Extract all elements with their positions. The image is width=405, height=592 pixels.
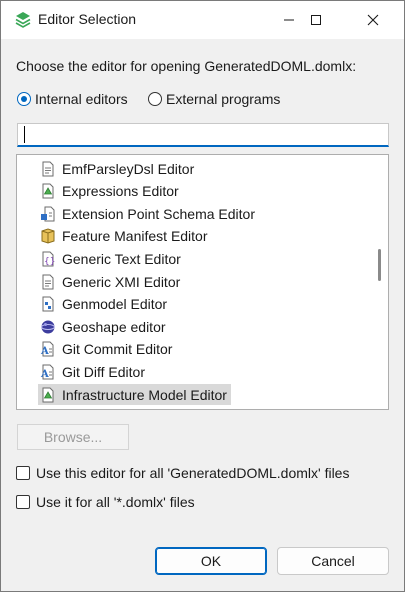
list-item[interactable]: EmfParsleyDsl Editor <box>38 158 198 179</box>
svg-text:A: A <box>40 346 49 357</box>
scroll-thumb[interactable] <box>378 249 381 281</box>
model-icon <box>40 387 56 403</box>
app-layers-icon <box>15 12 31 28</box>
list-item[interactable]: A Git Commit Editor <box>38 339 176 360</box>
model-icon <box>40 183 56 199</box>
list-scrollbar[interactable] <box>371 155 388 409</box>
list-item-label: EmfParsleyDsl Editor <box>62 160 195 177</box>
editor-selection-dialog: Editor Selection Choose the editor for o… <box>0 0 405 592</box>
list-item[interactable]: Genmodel Editor <box>38 294 171 315</box>
list-item-label: Geoshape editor <box>62 318 166 335</box>
list-item[interactable]: Geoshape editor <box>38 316 170 337</box>
list-item[interactable]: Feature Manifest Editor <box>38 226 212 247</box>
external-programs-radio[interactable]: External programs <box>148 90 280 108</box>
maximize-button[interactable] <box>293 1 339 39</box>
editor-list[interactable]: EmfParsleyDsl Editor Expressions Editor Ex… <box>16 154 389 410</box>
internal-editors-radio[interactable]: Internal editors <box>17 90 128 108</box>
use-for-ext-option[interactable]: Use it for all '*.domlx' files <box>16 492 195 512</box>
filter-input[interactable] <box>17 123 389 147</box>
prompt-text: Choose the editor for opening GeneratedD… <box>16 58 357 74</box>
list-item-label: Git Diff Editor <box>62 363 145 380</box>
internal-editors-label[interactable]: Internal editors <box>35 91 128 107</box>
use-for-ext-checkbox[interactable] <box>16 495 30 509</box>
radio-unchecked-icon[interactable] <box>148 92 162 106</box>
list-item-label: Infrastructure Model Editor <box>62 386 227 403</box>
use-for-file-checkbox[interactable] <box>16 466 30 480</box>
page-icon <box>40 161 56 177</box>
external-programs-label[interactable]: External programs <box>166 91 280 107</box>
maximize-icon <box>311 15 321 25</box>
list-item[interactable]: Internal Web Browser <box>38 407 200 410</box>
list-item-label: Feature Manifest Editor <box>62 228 208 245</box>
list-item[interactable]: {} Generic Text Editor <box>38 248 185 269</box>
cancel-button[interactable]: Cancel <box>277 547 389 575</box>
use-for-file-option[interactable]: Use this editor for all 'GeneratedDOML.d… <box>16 463 349 483</box>
list-item[interactable]: Generic XMI Editor <box>38 271 184 292</box>
window-title: Editor Selection <box>38 11 137 27</box>
genmodel-icon <box>40 296 56 312</box>
text-caret <box>24 126 25 143</box>
list-item-label: Extension Point Schema Editor <box>62 205 255 222</box>
text-editor-icon: A <box>40 341 56 357</box>
svg-text:{}: {} <box>44 257 55 267</box>
list-item[interactable]: A Git Diff Editor <box>38 361 149 382</box>
list-item[interactable]: Extension Point Schema Editor <box>38 203 259 224</box>
browser-icon <box>40 409 56 410</box>
feature-icon <box>40 228 56 244</box>
list-item-label: Git Commit Editor <box>62 341 173 358</box>
radio-checked-icon[interactable] <box>17 92 31 106</box>
list-item-label: Generic Text Editor <box>62 250 181 267</box>
close-icon <box>367 14 379 26</box>
list-item-label: Internal Web Browser <box>62 409 196 410</box>
schema-icon <box>40 206 56 222</box>
list-item[interactable]: Expressions Editor <box>38 181 183 202</box>
globe-icon <box>40 319 56 335</box>
braces-icon: {} <box>40 251 56 267</box>
use-for-ext-label[interactable]: Use it for all '*.domlx' files <box>36 494 195 510</box>
title-bar[interactable]: Editor Selection <box>1 1 404 39</box>
text-editor-icon: A <box>40 364 56 380</box>
list-item[interactable]: Infrastructure Model Editor <box>38 384 231 405</box>
list-item-label: Expressions Editor <box>62 183 179 200</box>
svg-text:A: A <box>40 369 49 380</box>
page-icon <box>40 274 56 290</box>
browse-button[interactable]: Browse... <box>17 424 129 450</box>
list-item-label: Genmodel Editor <box>62 296 168 313</box>
use-for-file-label[interactable]: Use this editor for all 'GeneratedDOML.d… <box>36 465 349 481</box>
close-button[interactable] <box>350 1 396 39</box>
ok-button[interactable]: OK <box>155 547 267 575</box>
list-item-label: Generic XMI Editor <box>62 273 181 290</box>
